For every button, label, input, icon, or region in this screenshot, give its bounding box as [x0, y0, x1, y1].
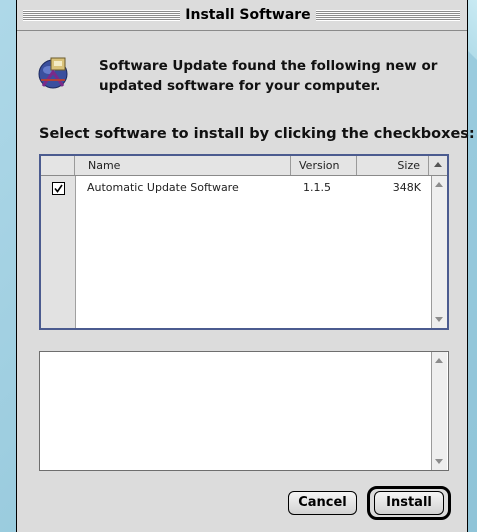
check-column	[41, 176, 76, 328]
title-stripes-right	[316, 10, 460, 21]
message-line-1: Software Update found the following new …	[99, 58, 438, 74]
row-name: Automatic Update Software	[87, 181, 239, 194]
software-update-icon	[37, 54, 71, 90]
install-button[interactable]: Install	[374, 491, 444, 515]
list-header: Name Version Size	[41, 156, 447, 176]
window-title: Install Software	[185, 7, 311, 23]
up-arrow-icon[interactable]	[435, 358, 443, 363]
title-stripes-left	[23, 10, 180, 21]
header-check-column[interactable]	[41, 156, 75, 175]
down-arrow-icon[interactable]	[435, 459, 443, 464]
description-box[interactable]	[39, 351, 449, 471]
description-scrollbar[interactable]	[431, 352, 447, 470]
header-size[interactable]: Size	[357, 156, 429, 175]
up-arrow-icon[interactable]	[435, 182, 443, 187]
header-name[interactable]: Name	[75, 156, 291, 175]
row-size: 348K	[392, 181, 421, 194]
sort-triangle-icon	[434, 162, 442, 167]
down-arrow-icon[interactable]	[435, 317, 443, 322]
checkmark-icon	[54, 184, 63, 193]
row-checkbox[interactable]	[52, 182, 65, 195]
row-version: 1.1.5	[303, 181, 331, 194]
instruction-label: Select software to install by clicking t…	[39, 126, 475, 142]
cancel-button[interactable]: Cancel	[288, 491, 357, 515]
list-scrollbar[interactable]	[431, 176, 447, 328]
message-line-2: updated software for your computer.	[99, 78, 381, 94]
update-message: Software Update found the following new …	[99, 56, 459, 96]
software-list[interactable]: Name Version Size Automatic Update Softw…	[39, 154, 449, 330]
header-version[interactable]: Version	[291, 156, 357, 175]
title-bar[interactable]: Install Software	[17, 0, 467, 31]
sort-toggle[interactable]	[429, 156, 447, 175]
install-software-window: Install Software Software Update found t…	[16, 0, 475, 532]
